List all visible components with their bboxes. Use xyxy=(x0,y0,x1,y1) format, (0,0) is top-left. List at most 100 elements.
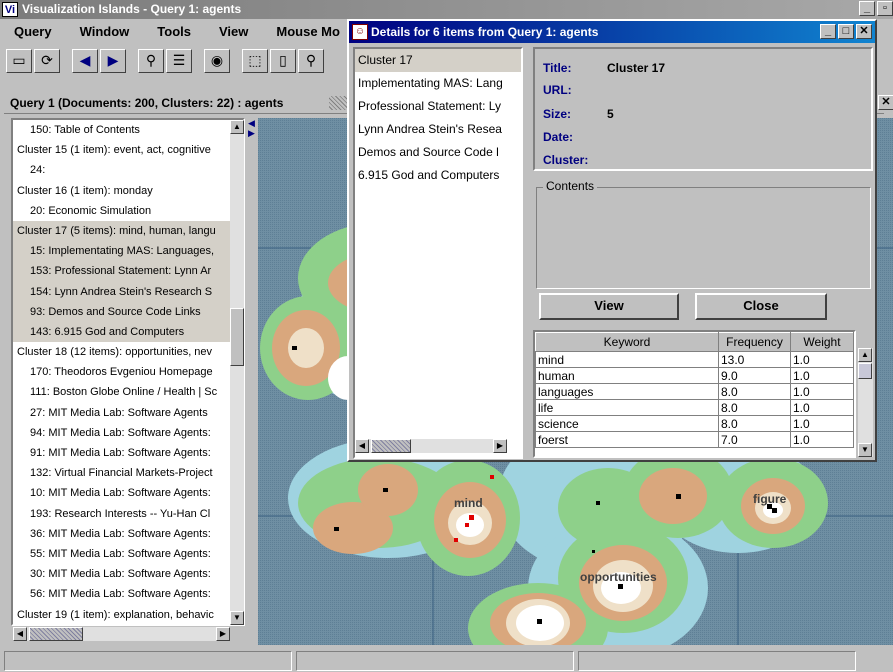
list-item[interactable]: 94: MIT Media Lab: Software Agents: xyxy=(13,423,243,443)
scroll-thumb[interactable] xyxy=(230,308,244,366)
cluster-item[interactable]: Cluster 16 (1 item): monday xyxy=(13,181,243,201)
dialog-close-icon[interactable]: ✕ xyxy=(856,24,872,39)
hscroll-thumb[interactable] xyxy=(29,627,83,641)
dialog-minimize-icon[interactable]: _ xyxy=(820,24,836,39)
list-item[interactable]: 15: Implementating MAS: Languages, xyxy=(13,241,243,262)
list-item[interactable]: 154: Lynn Andrea Stein's Research S xyxy=(13,281,243,302)
menu-mouse-mode[interactable]: Mouse Mo xyxy=(262,24,354,39)
dialog-list-item[interactable]: Demos and Source Code l xyxy=(355,141,521,164)
list-item[interactable]: 20: Economic Simulation xyxy=(13,201,243,221)
list-item[interactable]: 91: MIT Media Lab: Software Agents: xyxy=(13,443,243,463)
list-item[interactable]: 10: MIT Media Lab: Software Agents: xyxy=(13,483,243,503)
dialog-title-bar[interactable]: ☺ Details for 6 items from Query 1: agen… xyxy=(349,21,875,43)
list-item[interactable]: 143: 6.915 God and Computers xyxy=(13,321,243,343)
menu-view[interactable]: View xyxy=(205,24,262,39)
cluster-item[interactable]: Cluster 15 (1 item): event, act, cogniti… xyxy=(13,140,243,160)
contents-group: Contents xyxy=(536,179,871,289)
dialog-list-item[interactable]: Implementating MAS: Lang xyxy=(355,72,521,95)
binoculars-icon[interactable]: ⚲ xyxy=(138,48,164,73)
select-region-icon[interactable]: ⬚ xyxy=(242,48,268,73)
list-item[interactable]: 36: MIT Media Lab: Software Agents: xyxy=(13,524,243,544)
list-item[interactable]: 150: Table of Contents xyxy=(13,120,243,140)
keyword-cell: languages xyxy=(535,383,719,400)
table-row[interactable]: science 8.0 1.0 xyxy=(535,415,854,432)
date-label: Date: xyxy=(543,130,574,144)
view-button[interactable]: View xyxy=(539,293,679,320)
dialog-scroll-right-icon[interactable]: ▶ xyxy=(493,439,507,453)
list-item[interactable]: 30: MIT Media Lab: Software Agents: xyxy=(13,564,243,584)
close-button[interactable]: Close xyxy=(695,293,827,320)
dialog-maximize-icon[interactable]: □ xyxy=(838,24,854,39)
book-icon[interactable]: ▯ xyxy=(270,48,296,73)
menu-query[interactable]: Query xyxy=(0,24,66,39)
back-arrow-icon[interactable]: ◀ xyxy=(72,48,98,73)
result-list-hscrollbar[interactable]: ◀ ▶ xyxy=(13,627,230,641)
dialog-scroll-left-icon[interactable]: ◀ xyxy=(355,439,369,453)
result-list-scrollbar[interactable]: ▲ ▼ xyxy=(230,120,244,625)
keyword-cell: human xyxy=(535,367,719,384)
list-item[interactable]: 111: Boston Globe Online / Health | Sc xyxy=(13,382,243,402)
dialog-hscroll-thumb[interactable] xyxy=(371,439,411,453)
kw-scroll-thumb[interactable] xyxy=(858,363,872,379)
list-item[interactable]: 55: MIT Media Lab: Software Agents: xyxy=(13,544,243,564)
restore-icon[interactable]: ▫ xyxy=(877,1,893,16)
status-cell-1 xyxy=(4,651,292,671)
dialog-list-item[interactable]: 6.915 God and Computers xyxy=(355,164,521,187)
globe-icon[interactable]: ◉ xyxy=(204,48,230,73)
minimize-icon[interactable]: _ xyxy=(859,1,875,16)
map-label-opportunities: opportunities xyxy=(580,570,657,584)
query-header-text: Query 1 (Documents: 200, Clusters: 22) :… xyxy=(10,96,284,110)
details-info: Title: Cluster 17 URL: Size: 5 Date: Clu… xyxy=(533,47,873,171)
keyword-cell: foerst xyxy=(535,431,719,448)
list-item[interactable]: 27: MIT Media Lab: Software Agents xyxy=(13,403,243,423)
kw-scroll-up-icon[interactable]: ▲ xyxy=(858,348,872,362)
list-item[interactable]: 132: Virtual Financial Markets-Project xyxy=(13,463,243,483)
cluster-item[interactable]: Cluster 17 (5 items): mind, human, langu xyxy=(13,220,243,242)
list-item[interactable]: 24: xyxy=(13,160,243,180)
list-item[interactable]: 56: MIT Media Lab: Software Agents: xyxy=(13,584,243,604)
weight-cell: 1.0 xyxy=(790,399,854,416)
keyword-table[interactable]: Keyword Frequency Weight mind 13.0 1.0 huma… xyxy=(533,330,856,458)
dialog-list-item[interactable]: Cluster 17 xyxy=(355,49,521,72)
new-document-icon[interactable]: ▭ xyxy=(6,48,32,73)
details-dialog: ☺ Details for 6 items from Query 1: agen… xyxy=(347,19,877,462)
weight-cell: 1.0 xyxy=(790,415,854,432)
splitter-arrows[interactable]: ◀ ▶ xyxy=(248,118,256,140)
dialog-item-list[interactable]: Cluster 17 Implementating MAS: Lang Profes… xyxy=(353,47,523,459)
table-row[interactable]: foerst 7.0 1.0 xyxy=(535,431,854,448)
table-row[interactable]: life 8.0 1.0 xyxy=(535,399,854,416)
dialog-list-hscrollbar[interactable]: ◀ ▶ xyxy=(355,439,507,453)
frequency-header[interactable]: Frequency xyxy=(718,332,791,352)
query-close-icon[interactable]: ✕ xyxy=(878,95,893,110)
list-item[interactable]: 153: Professional Statement: Lynn Ar xyxy=(13,261,243,282)
result-list[interactable]: 150: Table of Contents Cluster 15 (1 item… xyxy=(11,118,245,626)
app-icon: Vi xyxy=(2,2,18,17)
menu-window[interactable]: Window xyxy=(66,24,144,39)
zoom-icon[interactable]: ⚲ xyxy=(298,48,324,73)
dialog-app-icon: ☺ xyxy=(352,24,368,40)
list-item[interactable]: 193: Research Interests -- Yu-Han Cl xyxy=(13,504,243,524)
table-row[interactable]: languages 8.0 1.0 xyxy=(535,383,854,400)
table-row[interactable]: mind 13.0 1.0 xyxy=(535,351,854,368)
weight-cell: 1.0 xyxy=(790,383,854,400)
table-row[interactable]: human 9.0 1.0 xyxy=(535,367,854,384)
cluster-item[interactable]: Cluster 19 (1 item): explanation, behavi… xyxy=(13,605,243,625)
weight-header[interactable]: Weight xyxy=(790,332,854,352)
cluster-item[interactable]: Cluster 18 (12 items): opportunities, ne… xyxy=(13,342,243,362)
kw-scroll-down-icon[interactable]: ▼ xyxy=(858,443,872,457)
dialog-list-item[interactable]: Professional Statement: Ly xyxy=(355,95,521,118)
dialog-list-item[interactable]: Lynn Andrea Stein's Resea xyxy=(355,118,521,141)
list-item[interactable]: 93: Demos and Source Code Links xyxy=(13,301,243,322)
keyword-table-scrollbar[interactable]: ▲ ▼ xyxy=(858,348,873,457)
scroll-right-icon[interactable]: ▶ xyxy=(216,627,230,641)
menu-tools[interactable]: Tools xyxy=(143,24,205,39)
weight-cell: 1.0 xyxy=(790,367,854,384)
list-view-icon[interactable]: ☰ xyxy=(166,48,192,73)
scroll-up-icon[interactable]: ▲ xyxy=(230,120,244,134)
scroll-left-icon[interactable]: ◀ xyxy=(13,627,27,641)
keyword-header[interactable]: Keyword xyxy=(535,332,719,352)
scroll-down-icon[interactable]: ▼ xyxy=(230,611,244,625)
list-item[interactable]: 170: Theodoros Evgeniou Homepage xyxy=(13,362,243,382)
refresh-icon[interactable]: ⟳ xyxy=(34,48,60,73)
forward-arrow-icon[interactable]: ▶ xyxy=(100,48,126,73)
